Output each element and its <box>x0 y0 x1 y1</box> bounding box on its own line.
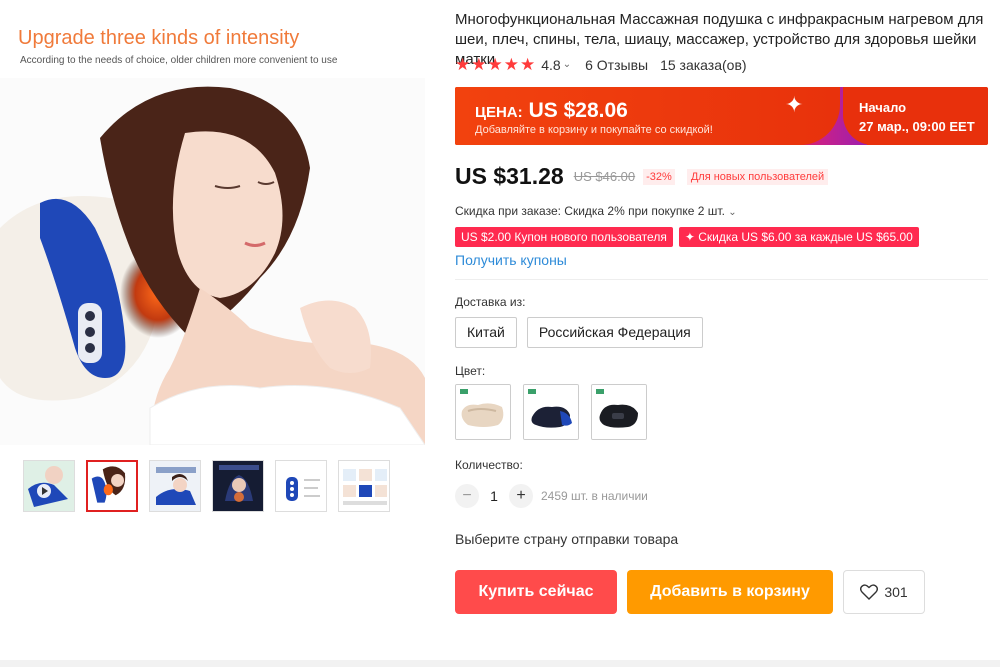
banner-right: Начало 27 мар., 09:00 EET <box>843 87 988 145</box>
ship-option-china[interactable]: Китай <box>455 317 517 348</box>
thumbnail-grid[interactable] <box>338 460 390 512</box>
thumbnail-strip <box>23 460 390 512</box>
rating-row: ★ ★ ★ ★ ★ 4.8 ⌄ 6 Отзывы 15 заказа(ов) <box>455 56 747 73</box>
star-icon: ★ <box>455 55 471 74</box>
get-coupons-link[interactable]: Получить купоны <box>455 252 567 268</box>
action-buttons: Купить сейчас Добавить в корзину 301 <box>455 570 925 614</box>
divider <box>455 279 988 280</box>
heart-icon <box>860 584 879 600</box>
sale-start-date: 27 мар., 09:00 EET <box>859 119 975 134</box>
price-row: US $31.28 US $46.00 -32% Для новых польз… <box>455 163 829 190</box>
promo-title: Upgrade three kinds of intensity <box>18 27 300 49</box>
order-discount-text: Скидка при заказе: Скидка 2% при покупке… <box>455 204 725 218</box>
chevron-down-icon[interactable]: ⌄ <box>563 59 571 70</box>
sale-price: US $28.06 <box>528 99 628 122</box>
thumbnail-dark[interactable] <box>212 460 264 512</box>
new-user-badge: Для новых пользователей <box>686 168 829 185</box>
thumbnail-neck[interactable] <box>86 460 138 512</box>
promo-subtitle: According to the needs of choice, older … <box>20 55 338 66</box>
ship-option-russia[interactable]: Российская Федерация <box>526 317 703 348</box>
order-discount[interactable]: Скидка при заказе: Скидка 2% при покупке… <box>455 204 737 218</box>
plus-icon[interactable]: + <box>509 484 533 508</box>
sale-start-label: Начало <box>859 100 907 115</box>
product-hero-illustration <box>0 78 425 445</box>
page-bottom-divider <box>0 660 1000 667</box>
thumbnail-controls[interactable] <box>275 460 327 512</box>
discount-badge: -32% <box>643 168 675 185</box>
color-options <box>455 384 647 440</box>
ship-country-prompt: Выберите страну отправки товара <box>455 531 679 547</box>
current-price: US $31.28 <box>455 163 564 189</box>
chevron-down-icon: ⌄ <box>728 207 737 218</box>
thumbnail-lying[interactable] <box>149 460 201 512</box>
add-to-cart-button[interactable]: Добавить в корзину <box>627 570 833 614</box>
buy-now-button[interactable]: Купить сейчас <box>455 570 617 614</box>
color-label: Цвет: <box>455 364 486 378</box>
sale-banner: ЦЕНА: US $28.06 Добавляйте в корзину и п… <box>455 87 988 145</box>
wishlist-count: 301 <box>884 584 908 600</box>
ship-from-label: Доставка из: <box>455 295 526 309</box>
sale-note: Добавляйте в корзину и покупайте со скид… <box>475 124 713 136</box>
store-discount-coupon[interactable]: ✦ Скидка US $6.00 за каждые US $65.00 <box>678 227 919 247</box>
star-icon: ★ <box>520 55 536 74</box>
sparkle-icon: ✦ <box>785 92 804 117</box>
orders-count: 15 заказа(ов) <box>660 56 747 73</box>
thumbnail-video[interactable] <box>23 460 75 512</box>
original-price: US $46.00 <box>573 169 636 184</box>
coupon-row: US $2.00 Купон нового пользователя ✦ Ски… <box>455 227 919 247</box>
minus-icon[interactable]: − <box>455 484 479 508</box>
main-product-image[interactable]: Upgrade three kinds of intensity Accordi… <box>0 0 425 445</box>
star-icon: ★ <box>503 55 519 74</box>
star-icon: ★ <box>471 55 487 74</box>
stock-count: 2459 шт. в наличии <box>541 489 648 503</box>
ship-from-options: Китай Российская Федерация <box>455 317 703 348</box>
quantity-value[interactable]: 1 <box>479 488 509 504</box>
color-swatch-black[interactable] <box>591 384 647 440</box>
rating-stars: ★ ★ ★ ★ ★ <box>455 56 535 73</box>
sale-price-label: ЦЕНА: <box>475 104 523 121</box>
color-swatch-blue[interactable] <box>523 384 579 440</box>
quantity-label: Количество: <box>455 458 523 472</box>
quantity-stepper: − 1 + 2459 шт. в наличии <box>455 484 648 508</box>
star-icon: ★ <box>487 55 503 74</box>
new-user-coupon[interactable]: US $2.00 Купон нового пользователя <box>455 227 673 247</box>
wishlist-button[interactable]: 301 <box>843 570 925 614</box>
reviews-count[interactable]: 6 Отзывы <box>585 57 648 73</box>
color-swatch-beige[interactable] <box>455 384 511 440</box>
rating-value[interactable]: 4.8 <box>541 57 560 73</box>
